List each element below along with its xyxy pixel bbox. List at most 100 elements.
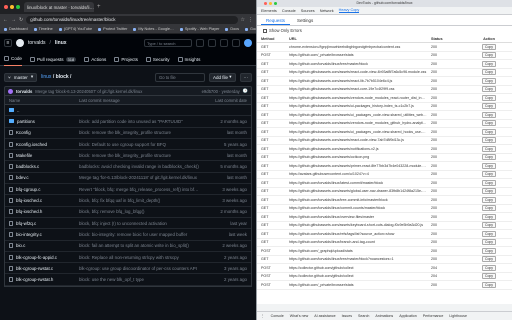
copy-button[interactable]: Copy [482, 247, 496, 254]
copy-button[interactable]: Copy [482, 213, 496, 220]
copy-button[interactable]: Copy [482, 179, 496, 186]
file-name[interactable]: bfq-iosched.h [16, 209, 42, 214]
table-row[interactable]: bfq-cgroup.c Revert "block, bfq: merge bf… [5, 184, 251, 196]
repo-owner-link[interactable]: torvalds [28, 40, 46, 46]
menu-icon[interactable]: ⋮ [248, 17, 253, 23]
copy-button[interactable]: Copy [482, 137, 496, 144]
github-search-input[interactable]: Type / to search [144, 39, 192, 47]
plus-icon[interactable] [196, 39, 204, 47]
commit-message[interactable]: block, bfq: remove bfq_log_bfqg() [79, 209, 207, 214]
commit-message[interactable]: badblocks: avoid checking invalid range … [79, 164, 207, 169]
file-name[interactable]: Kconfig.iosched [16, 142, 47, 147]
table-row[interactable]: blk-cgroup-fc-appid.c block: Replace all … [5, 252, 251, 264]
copy-button[interactable]: Copy [482, 94, 496, 101]
copy-button[interactable]: Copy [482, 69, 496, 76]
devtools-tab-console[interactable]: Console [282, 9, 296, 13]
devtools-tab-heavy-copy[interactable]: Heavy Copy [338, 8, 360, 13]
commit-message[interactable]: block, bfq: fix bfqq uaf in bfq_limit_de… [79, 198, 207, 203]
commit-message[interactable]: block: add partition code into unused as… [79, 119, 207, 124]
avatar[interactable] [244, 39, 252, 47]
commit-message[interactable]: blk-cgroup: use group discoordinator of … [79, 266, 207, 271]
copy-button[interactable]: Copy [482, 145, 496, 152]
commit-message[interactable]: block: bio-integrity: remove bioic for u… [79, 232, 207, 237]
copy-button[interactable]: Copy [482, 103, 496, 110]
copy-button[interactable]: Copy [482, 86, 496, 93]
file-name[interactable]: blk-cgroup-fc-appid.c [16, 255, 57, 260]
show-only-errors-checkbox[interactable] [263, 28, 267, 33]
commit-message[interactable]: block: remove the blk_integrity_profile … [79, 130, 207, 135]
commit-author-avatar[interactable] [8, 88, 13, 94]
copy-button[interactable]: Copy [482, 264, 496, 271]
table-row[interactable]: badblocks.c badblocks: avoid checking inv… [5, 161, 251, 173]
forward-icon[interactable]: → [11, 17, 16, 23]
tab-projects[interactable]: Projects [114, 52, 138, 66]
pull-requests-icon[interactable] [220, 39, 228, 47]
tab-pull-requests[interactable]: Pull requests 318 [29, 52, 77, 66]
minimize-window-button[interactable] [10, 5, 14, 9]
tab-actions[interactable]: Actions [84, 52, 106, 66]
go-to-file-input[interactable]: Go to file [154, 72, 205, 82]
table-row[interactable]: bfq-iosched.h block, bfq: remove bfq_log_… [5, 207, 251, 218]
drawer-tab-issues[interactable]: Issues [342, 314, 352, 318]
tab-requests[interactable]: Requests [261, 16, 291, 25]
copy-button[interactable]: Copy [482, 205, 496, 212]
table-row[interactable]: bfq-wf2q.c block, bfq: inject (!) to unco… [5, 218, 251, 230]
copy-button[interactable]: Copy [482, 77, 496, 84]
table-row[interactable]: bio-integrity.c block: bio-integrity: rem… [5, 229, 251, 241]
breadcrumb-root[interactable]: linux [41, 74, 51, 80]
file-name[interactable]: badblocks.c [16, 164, 39, 169]
copy-button[interactable]: Copy [482, 60, 496, 67]
devtools-zoom-button[interactable] [274, 1, 277, 5]
file-name[interactable]: blk-cgroup-rwstat.h [16, 277, 53, 282]
file-name[interactable]: Makefile [16, 153, 32, 158]
copy-button[interactable]: Copy [482, 239, 496, 246]
bookmark-item[interactable]: Dashboard [4, 27, 28, 31]
hamburger-menu-icon[interactable]: ≡ [4, 39, 12, 47]
drawer-tab-search[interactable]: Search [358, 314, 369, 318]
browser-tab[interactable]: linux/block at master · torvalds/li… × [24, 2, 94, 12]
more-options-button[interactable]: ··· [239, 72, 252, 82]
table-row[interactable]: .. [5, 105, 251, 117]
commit-message[interactable]: block: use the new blk_opf_t type [79, 277, 207, 282]
commit-message[interactable]: Revert "block, bfq: merge bfq_release_pr… [79, 187, 207, 192]
copy-button[interactable]: Copy [482, 273, 496, 280]
copy-button[interactable]: Copy [482, 281, 496, 288]
new-tab-button[interactable]: + [97, 4, 101, 10]
drawer-tab-lighthouse[interactable]: Lighthouse [449, 314, 467, 318]
tab-security[interactable]: Security [145, 52, 170, 66]
tab-code[interactable]: Code [4, 52, 22, 66]
devtools-tab-network[interactable]: Network [320, 9, 334, 13]
file-name[interactable]: blk-cgroup-rwstat.c [16, 266, 53, 271]
copy-button[interactable]: Copy [482, 52, 496, 59]
copy-button[interactable]: Copy [482, 188, 496, 195]
copy-button[interactable]: Copy [482, 196, 496, 203]
drawer-tab-ai-assistance[interactable]: AI assistance [314, 314, 335, 318]
drawer-tab-what-s-new[interactable]: What's new [290, 314, 308, 318]
copy-button[interactable]: Copy [482, 256, 496, 263]
copy-button[interactable]: Copy [482, 43, 496, 50]
add-file-button[interactable]: Add file ▾ [208, 72, 236, 82]
table-row[interactable]: bdev.c Merge tag 'for-6.13/block-20241118… [5, 173, 251, 185]
file-name[interactable]: Kconfig [16, 130, 31, 135]
tab-settings[interactable]: Settings [292, 16, 318, 25]
devtools-tab-sources[interactable]: Sources [301, 9, 315, 13]
zoom-window-button[interactable] [16, 5, 20, 9]
table-row[interactable]: blk-cgroup-rwstat.c blk-cgroup: use group… [5, 263, 251, 275]
bookmark-item[interactable]: Spotify - Web Player [180, 27, 220, 31]
bookmark-item[interactable]: (GPT4) YouTube [59, 27, 92, 31]
file-name[interactable]: bfq-iosched.c [16, 198, 42, 203]
table-row[interactable]: Makefile block: remove the blk_integrity_… [5, 150, 251, 162]
tab-insights[interactable]: Insights [177, 52, 200, 66]
file-name[interactable]: partitions [17, 119, 35, 124]
copy-button[interactable]: Copy [482, 171, 496, 178]
url-field[interactable]: github.com/torvalds/linux/tree/master/bl… [26, 15, 238, 24]
table-row[interactable]: Kconfig.iosched block: Default to use cgr… [5, 139, 251, 151]
file-name[interactable]: bdev.c [16, 175, 29, 180]
copy-button[interactable]: Copy [482, 222, 496, 229]
drawer-tab-console[interactable]: Console [271, 314, 284, 318]
table-row[interactable]: partitions block: add partition code into… [5, 116, 251, 128]
commit-meta[interactable]: e9d5700 · yesterday [202, 89, 240, 94]
devtools-minimize-button[interactable] [269, 1, 272, 5]
devtools-close-button[interactable] [264, 1, 267, 5]
inbox-icon[interactable] [232, 39, 240, 47]
